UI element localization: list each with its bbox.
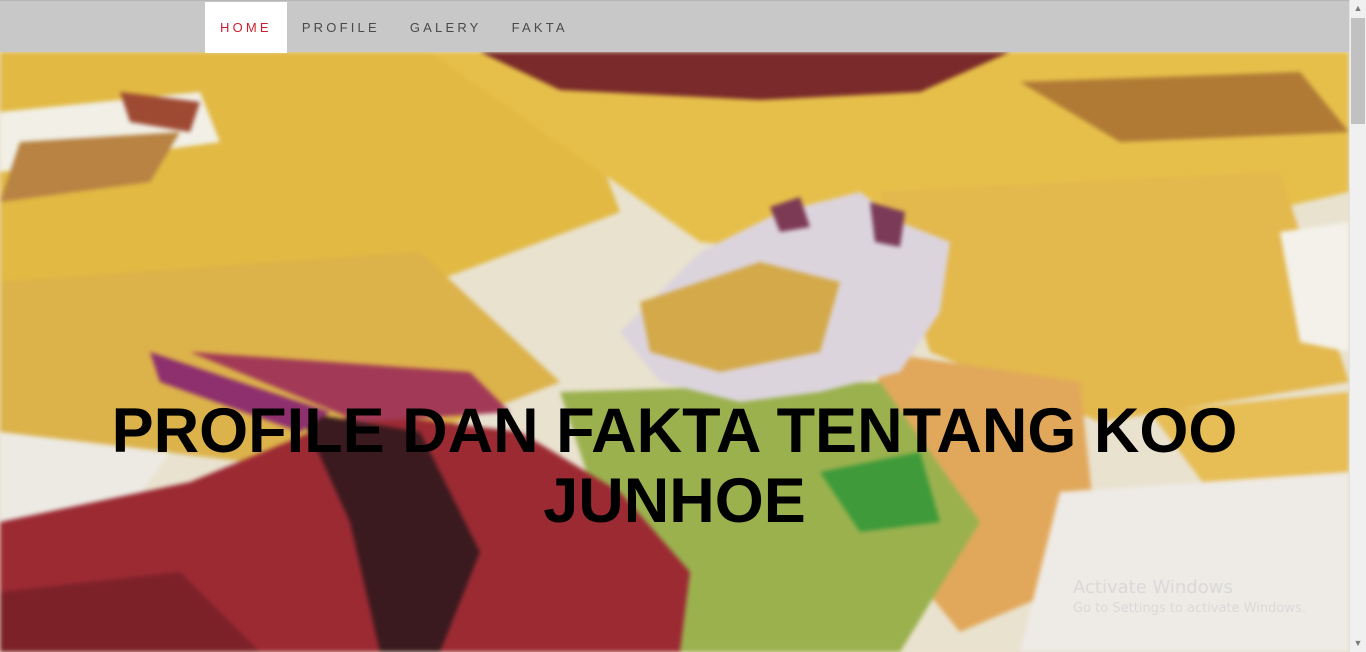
nav-item-galery[interactable]: GALERY — [395, 2, 497, 53]
hero-background-image — [0, 52, 1349, 652]
hero-section: PROFILE DAN FAKTA TENTANG KOO JUNHOE Act… — [0, 52, 1349, 652]
page-viewport: HOME PROFILE GALERY FAKTA PROFILE DAN FA… — [0, 0, 1349, 652]
watermark-line-1: Activate Windows — [1073, 577, 1233, 598]
activate-windows-watermark: Activate Windows Go to Settings to activ… — [1073, 577, 1306, 619]
top-navbar: HOME PROFILE GALERY FAKTA — [0, 0, 1349, 53]
hero-title-line-2: JUNHOE — [543, 466, 806, 537]
vertical-scrollbar[interactable]: ▲ ▼ — [1349, 0, 1366, 652]
scroll-up-arrow-icon[interactable]: ▲ — [1350, 0, 1366, 17]
nav-item-home[interactable]: HOME — [205, 2, 287, 53]
nav-menu: HOME PROFILE GALERY FAKTA — [205, 2, 583, 53]
nav-item-profile[interactable]: PROFILE — [287, 2, 395, 53]
hero-title-line-1: PROFILE DAN FAKTA TENTANG KOO — [111, 396, 1238, 467]
scroll-down-arrow-icon[interactable]: ▼ — [1350, 635, 1366, 652]
nav-item-fakta[interactable]: FAKTA — [497, 2, 583, 53]
watermark-line-2: Go to Settings to activate Windows. — [1073, 601, 1306, 616]
scrollbar-thumb[interactable] — [1351, 18, 1365, 124]
hero-title: PROFILE DAN FAKTA TENTANG KOO JUNHOE — [0, 396, 1349, 536]
